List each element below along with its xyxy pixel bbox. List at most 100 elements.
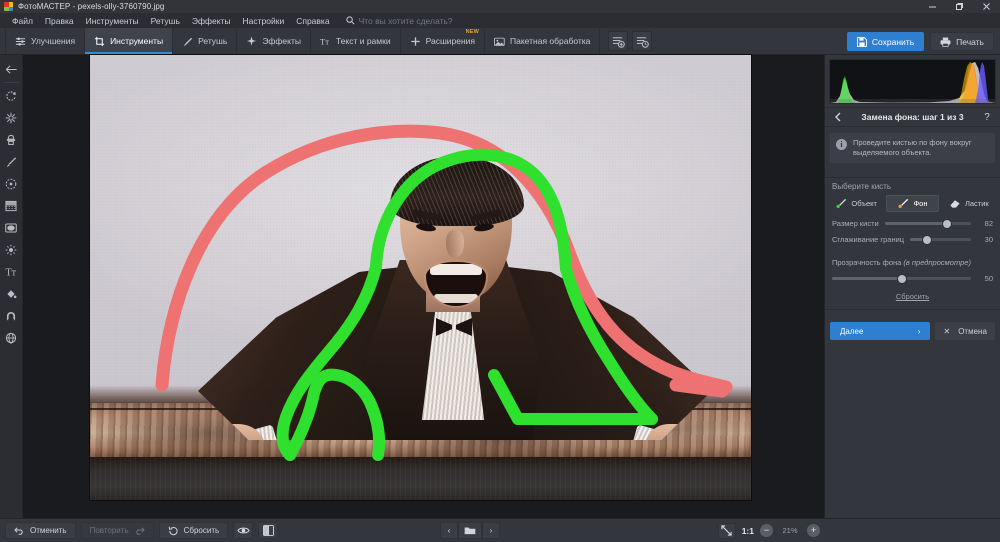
menu-search-placeholder: Что вы хотите сделать? bbox=[358, 15, 453, 26]
preset-buttons bbox=[608, 28, 653, 54]
tab-label: Текст и рамки bbox=[335, 36, 391, 46]
brush-eraser-button[interactable]: Ластик bbox=[942, 195, 995, 213]
next-image-button[interactable]: › bbox=[482, 522, 500, 539]
menu-item-edit[interactable]: Правка bbox=[39, 13, 80, 28]
magnet-icon[interactable] bbox=[0, 305, 23, 327]
main-toolbar: Улучшения Инструменты Ретушь Эффекты Tт … bbox=[0, 28, 1000, 55]
close-button[interactable] bbox=[973, 0, 1000, 13]
rotate-icon[interactable] bbox=[0, 85, 23, 107]
menu-item-tools[interactable]: Инструменты bbox=[80, 13, 145, 28]
canvas-area[interactable] bbox=[23, 55, 824, 518]
globe-icon[interactable] bbox=[0, 327, 23, 349]
preset-history-icon[interactable] bbox=[632, 31, 653, 51]
brush-object-button[interactable]: Объект bbox=[830, 195, 883, 213]
nav-group: ‹ › bbox=[440, 522, 500, 539]
restore-button[interactable] bbox=[946, 0, 973, 13]
info-icon: i bbox=[836, 139, 847, 150]
zoom-in-button[interactable]: + bbox=[807, 524, 820, 537]
background-opacity-label-row: Прозрачность фона (в предпросмотре) bbox=[825, 252, 1000, 270]
tab-tools[interactable]: Инструменты bbox=[85, 28, 174, 54]
tab-enhancements[interactable]: Улучшения bbox=[5, 28, 86, 54]
actual-size-button[interactable]: 1:1 bbox=[742, 526, 754, 536]
sparkle-icon bbox=[246, 35, 257, 47]
fill-icon[interactable] bbox=[0, 283, 23, 305]
menu-search[interactable]: Что вы хотите сделать? bbox=[345, 15, 453, 26]
tab-retouch[interactable]: Ретушь bbox=[173, 28, 238, 54]
brush-size-slider[interactable] bbox=[884, 219, 971, 228]
tab-label: Улучшения bbox=[31, 36, 76, 46]
graduated-filter-icon[interactable] bbox=[0, 195, 23, 217]
image-navigation: ‹ › bbox=[440, 522, 500, 539]
brush-icon[interactable] bbox=[0, 151, 23, 173]
panel-header: Замена фона: шаг 1 из 3 ? bbox=[825, 107, 1000, 127]
background-brush-stroke bbox=[155, 124, 733, 394]
body: Tт Замена фона: шаг 1 из 3 ? i Проведите… bbox=[0, 55, 1000, 518]
text-icon[interactable]: Tт bbox=[0, 261, 23, 283]
text-icon: Tт bbox=[320, 36, 331, 47]
tab-label: Инструменты bbox=[110, 36, 164, 46]
preset-add-icon[interactable] bbox=[608, 31, 629, 51]
chevron-right-icon: › bbox=[917, 326, 921, 336]
brush-object-label: Объект bbox=[851, 199, 877, 209]
print-button[interactable]: Печать bbox=[930, 32, 994, 51]
minimize-button[interactable] bbox=[919, 0, 946, 13]
brush-orange-icon bbox=[897, 198, 909, 209]
brush-stroke-overlay bbox=[155, 124, 733, 461]
panel-divider bbox=[825, 177, 1000, 179]
zoom-level-value: 21% bbox=[782, 526, 798, 535]
brush-selector: Объект Фон Ластик bbox=[825, 195, 1000, 213]
vignette-icon[interactable] bbox=[0, 217, 23, 239]
eye-icon[interactable] bbox=[233, 522, 254, 539]
tab-batch-processing[interactable]: Пакетная обработка bbox=[485, 28, 601, 54]
sliders-icon bbox=[15, 36, 26, 47]
question-mark-icon[interactable]: ? bbox=[980, 112, 994, 123]
stamp-icon[interactable] bbox=[0, 129, 23, 151]
info-message: i Проведите кистью по фону вокруг выделя… bbox=[830, 133, 995, 164]
tab-effects[interactable]: Эффекты bbox=[237, 28, 311, 54]
brush-size-value: 82 bbox=[984, 219, 993, 229]
new-badge: NEW bbox=[465, 29, 480, 35]
panel-title: Замена фона: шаг 1 из 3 bbox=[861, 112, 964, 122]
redo-button[interactable]: Повторить bbox=[80, 522, 154, 539]
print-label: Печать bbox=[956, 36, 984, 47]
edge-smoothing-slider[interactable] bbox=[910, 235, 971, 244]
fit-screen-icon[interactable] bbox=[717, 522, 736, 539]
back-arrow-icon[interactable] bbox=[0, 58, 23, 80]
folder-icon[interactable] bbox=[458, 522, 482, 539]
tab-text-and-frames[interactable]: Tт Текст и рамки bbox=[311, 28, 401, 54]
panel-reset-link[interactable]: Сбросить bbox=[825, 292, 1000, 301]
object-brush-stroke-left-arm bbox=[276, 261, 382, 461]
toolbar-actions: Сохранить Печать bbox=[846, 32, 994, 51]
brush-background-button[interactable]: Фон bbox=[886, 195, 939, 213]
edited-photo[interactable] bbox=[90, 55, 751, 500]
menu-item-retouch[interactable]: Ретушь bbox=[145, 13, 186, 28]
menu-item-file[interactable]: Файл bbox=[6, 13, 39, 28]
background-opacity-label: Прозрачность фона bbox=[832, 258, 904, 268]
menu-item-effects[interactable]: Эффекты bbox=[186, 13, 237, 28]
edge-smoothing-slider-row: Сглаживание границ 30 bbox=[825, 235, 1000, 244]
save-button[interactable]: Сохранить bbox=[846, 32, 925, 51]
chevron-left-icon[interactable] bbox=[831, 112, 845, 122]
menu-item-help[interactable]: Справка bbox=[290, 13, 335, 28]
menu-item-settings[interactable]: Настройки bbox=[237, 13, 291, 28]
undo-button[interactable]: Отменить bbox=[5, 522, 76, 539]
photo-viewport[interactable] bbox=[90, 55, 751, 500]
background-opacity-slider[interactable] bbox=[832, 274, 971, 283]
radial-filter-icon[interactable] bbox=[0, 173, 23, 195]
next-step-button[interactable]: Далее › bbox=[830, 322, 931, 341]
tab-label: Расширения bbox=[425, 36, 476, 46]
cancel-button[interactable]: ✕ Отмена bbox=[935, 322, 995, 341]
menu-bar: Файл Правка Инструменты Ретушь Эффекты Н… bbox=[0, 13, 1000, 28]
reset-label: Сбросить bbox=[183, 526, 220, 535]
light-icon[interactable] bbox=[0, 239, 23, 261]
panel-action-buttons: Далее › ✕ Отмена bbox=[825, 322, 1000, 341]
previous-image-button[interactable]: ‹ bbox=[440, 522, 458, 539]
healing-brush-icon[interactable] bbox=[0, 107, 23, 129]
reset-button[interactable]: Сбросить bbox=[158, 522, 229, 539]
brush-icon bbox=[182, 36, 193, 47]
cancel-label: Отмена bbox=[958, 326, 987, 336]
before-after-icon[interactable] bbox=[258, 522, 279, 539]
zoom-out-button[interactable]: − bbox=[760, 524, 773, 537]
plus-icon bbox=[410, 36, 421, 47]
tab-extensions[interactable]: Расширения NEW bbox=[401, 28, 486, 54]
